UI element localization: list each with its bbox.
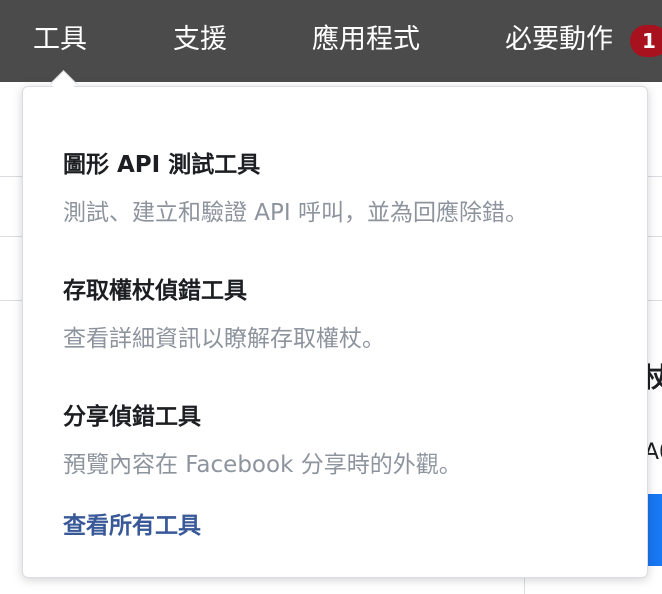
menu-item-sharing-debugger[interactable]: 分享偵錯工具	[63, 397, 201, 431]
nav-apps[interactable]: 應用程式	[312, 20, 420, 60]
menu-item-access-token-debugger-description: 查看詳細資訊以瞭解存取權杖。	[63, 326, 385, 352]
menu-item-graph-api-explorer-description: 測試、建立和驗證 API 呼叫，並為回應除錯。	[63, 200, 529, 226]
tools-dropdown-menu: 圖形 API 測試工具 測試、建立和驗證 API 呼叫，並為回應除錯。 存取權杖…	[22, 86, 648, 578]
nav-tools[interactable]: 工具	[33, 20, 87, 60]
menu-item-access-token-debugger[interactable]: 存取權杖偵錯工具	[63, 271, 247, 305]
top-navigation-bar: 工具 支援 應用程式 必要動作 1	[0, 0, 662, 82]
menu-item-graph-api-explorer[interactable]: 圖形 API 測試工具	[63, 145, 260, 179]
notification-badge[interactable]: 1	[630, 25, 662, 57]
background-primary-button[interactable]	[648, 494, 662, 566]
nav-support[interactable]: 支援	[173, 20, 227, 60]
menu-item-sharing-debugger-description: 預覽內容在 Facebook 分享時的外觀。	[63, 452, 462, 478]
nav-required-actions[interactable]: 必要動作	[505, 20, 613, 60]
see-all-tools-link[interactable]: 查看所有工具	[63, 506, 201, 540]
